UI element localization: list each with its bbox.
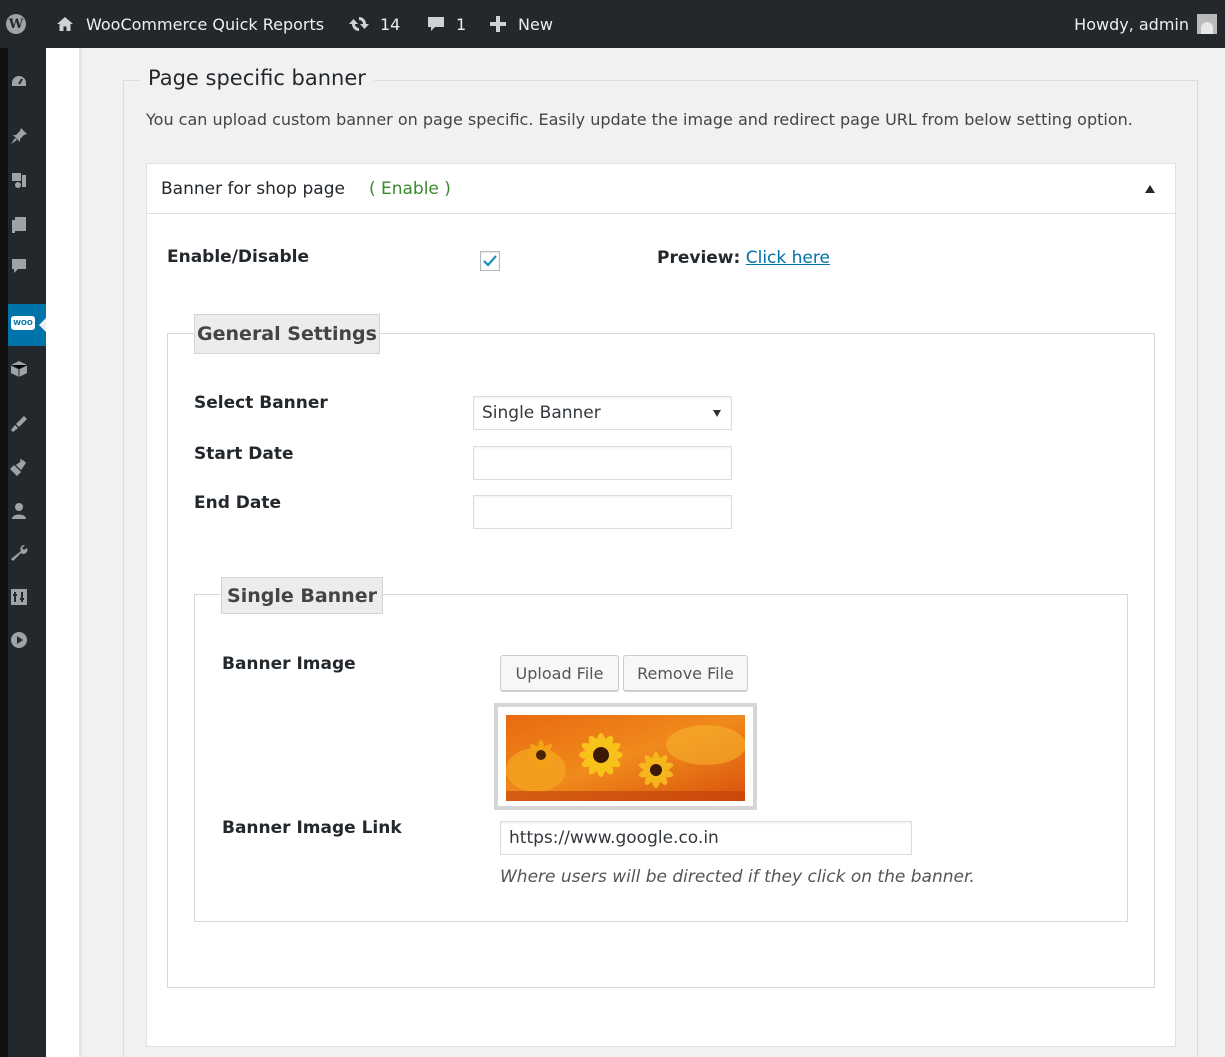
account-menu[interactable]: Howdy, admin: [1074, 0, 1217, 48]
status-badge: ( Enable ): [368, 178, 451, 199]
comments-icon[interactable]: [8, 255, 30, 277]
users-icon[interactable]: [8, 500, 30, 522]
woocommerce-menu-item[interactable]: WOO: [8, 304, 46, 346]
preview-label: Preview:: [657, 248, 741, 268]
general-settings-legend: General Settings: [194, 314, 380, 354]
site-name-label: WooCommerce Quick Reports: [86, 14, 325, 34]
single-banner-legend: Single Banner: [221, 577, 383, 614]
site-name-link[interactable]: WooCommerce Quick Reports: [56, 0, 324, 48]
howdy-label: Howdy, admin: [1074, 14, 1189, 34]
remove-file-button[interactable]: Remove File: [623, 655, 748, 691]
banner-link-hint: Where users will be directed if they cli…: [500, 867, 975, 887]
wordpress-logo-icon: W: [6, 14, 26, 34]
home-icon: [57, 17, 73, 31]
updates-link[interactable]: 14: [348, 0, 400, 48]
plus-icon: [488, 14, 508, 34]
banner-image-link-input[interactable]: https://www.google.co.in: [500, 821, 912, 855]
posts-pin-icon[interactable]: [8, 125, 30, 147]
enable-checkbox[interactable]: [480, 251, 500, 271]
panel-title: Banner for shop page: [161, 178, 345, 199]
appearance-icon[interactable]: [8, 413, 30, 435]
end-date-label: End Date: [194, 493, 282, 513]
preview-row: Preview: Click here: [657, 248, 830, 268]
banner-image-label: Banner Image: [222, 654, 356, 674]
collapse-arrow-icon[interactable]: [1145, 185, 1155, 193]
pages-icon[interactable]: [8, 214, 30, 236]
comments-count: 1: [456, 14, 467, 34]
checkmark-icon: [483, 255, 497, 267]
menu-edge: [0, 48, 8, 1057]
settings-icon[interactable]: [8, 586, 30, 608]
start-date-input[interactable]: [473, 446, 732, 480]
flower-banner-image: [506, 715, 745, 801]
preview-link[interactable]: Click here: [746, 248, 830, 268]
banner-image-preview: [494, 703, 757, 810]
page-title: Page specific banner: [140, 66, 374, 90]
section-description: You can upload custom banner on page spe…: [146, 110, 1133, 129]
current-menu-arrow: [39, 318, 46, 332]
select-banner-dropdown[interactable]: Single Banner: [473, 396, 732, 430]
tools-icon[interactable]: [8, 542, 30, 564]
new-content-link[interactable]: New: [488, 0, 553, 48]
updates-count: 14: [380, 14, 401, 34]
panel-header[interactable]: Banner for shop page ( Enable ): [147, 164, 1175, 214]
media-icon[interactable]: [8, 169, 30, 191]
updates-icon: [348, 15, 370, 33]
dropdown-caret-icon: [713, 410, 721, 417]
woocommerce-icon: WOO: [11, 316, 35, 330]
dashboard-icon[interactable]: [8, 71, 30, 93]
media-play-icon[interactable]: [8, 629, 30, 651]
admin-bar: W WooCommerce Quick Reports 14 1 New How…: [0, 0, 1225, 48]
upload-file-button[interactable]: Upload File: [500, 655, 619, 691]
comments-link[interactable]: 1: [426, 0, 466, 48]
select-banner-label: Select Banner: [194, 393, 328, 413]
admin-menu: WOO: [0, 48, 46, 1057]
comment-bubble-icon: [426, 15, 446, 33]
content-gutter: [46, 48, 82, 1057]
end-date-input[interactable]: [473, 495, 732, 529]
wordpress-logo-button[interactable]: W: [6, 0, 34, 48]
new-label: New: [518, 14, 553, 34]
enable-disable-label: Enable/Disable: [167, 247, 309, 267]
avatar: [1197, 14, 1217, 34]
products-icon[interactable]: [8, 358, 30, 380]
banner-image-link-label: Banner Image Link: [222, 818, 402, 838]
start-date-label: Start Date: [194, 444, 294, 464]
select-banner-value: Single Banner: [482, 403, 601, 423]
plugins-icon[interactable]: [8, 456, 30, 478]
